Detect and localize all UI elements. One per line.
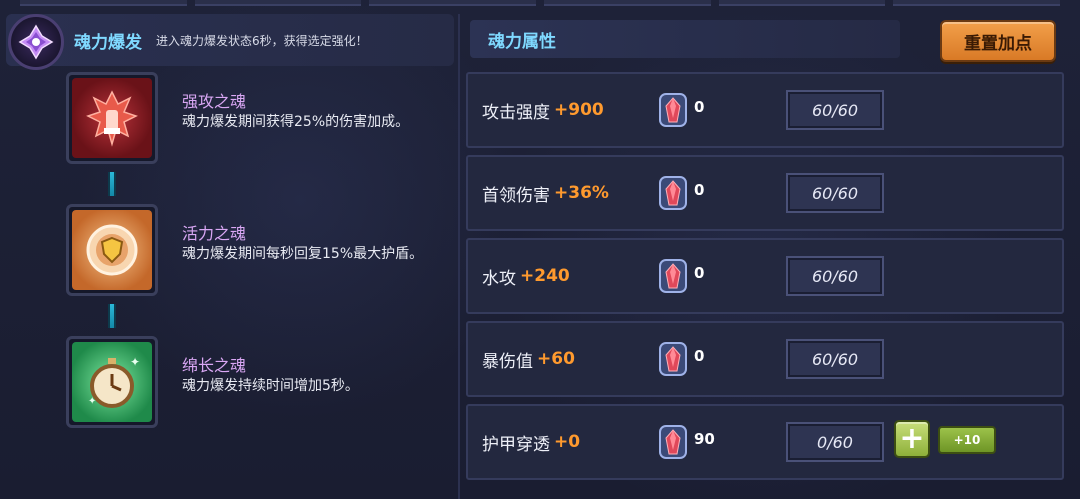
attributes-title: 魂力属性 bbox=[470, 20, 900, 58]
attribute-name: 水攻 bbox=[482, 268, 516, 289]
stopwatch-icon: ✦ ✦ bbox=[72, 342, 152, 422]
soul-description: 魂力爆发期间每秒回复15%最大护盾。 bbox=[182, 246, 424, 262]
soul-description: 魂力爆发期间获得25%的伤害加成。 bbox=[182, 114, 410, 130]
soul-link-connector bbox=[108, 304, 116, 328]
soul-frame: ✦ ✦ bbox=[66, 336, 158, 428]
attribute-bonus: +60 bbox=[537, 349, 575, 369]
soul-frame bbox=[66, 204, 158, 296]
soul-item-lasting[interactable]: ✦ ✦ 绵长之魂 魂力爆发持续时间增加5秒。 bbox=[66, 336, 456, 436]
attribute-row-crit-damage: 暴伤值 +60 0 60/60 bbox=[466, 321, 1064, 397]
attribute-level: 60/60 bbox=[786, 173, 884, 213]
gem-count: 0 bbox=[694, 181, 705, 199]
attribute-label: 水攻 +240 bbox=[482, 240, 570, 312]
attribute-bonus: +0 bbox=[554, 432, 581, 452]
svg-text:✦: ✦ bbox=[88, 396, 96, 407]
flame-fist-icon bbox=[72, 78, 152, 158]
attribute-row-boss-damage: 首领伤害 +36% 0 60/60 bbox=[466, 155, 1064, 231]
soul-frame bbox=[66, 72, 158, 164]
attribute-row-water-attack: 水攻 +240 0 60/60 bbox=[466, 238, 1064, 314]
gem-count: 0 bbox=[694, 264, 705, 282]
attribute-level: 60/60 bbox=[786, 339, 884, 379]
soul-item-vitality[interactable]: 活力之魂 魂力爆发期间每秒回复15%最大护盾。 bbox=[66, 204, 456, 304]
soul-list: 强攻之魂 魂力爆发期间获得25%的伤害加成。 活力之魂 魂力爆发期间每秒回复15… bbox=[66, 72, 456, 492]
soul-name: 绵长之魂 bbox=[182, 356, 247, 375]
soul-name: 活力之魂 bbox=[182, 224, 247, 243]
attribute-name: 首领伤害 bbox=[482, 185, 550, 206]
reset-points-button[interactable]: 重置加点 bbox=[940, 20, 1056, 62]
soul-burst-description: 进入魂力爆发状态6秒，获得选定强化！ bbox=[156, 33, 368, 48]
attribute-level: 60/60 bbox=[786, 256, 884, 296]
panel-divider bbox=[458, 14, 460, 499]
soul-link-connector bbox=[108, 172, 116, 196]
soul-gem-icon bbox=[659, 176, 687, 210]
attribute-row-attack-power: 攻击强度 +900 0 60/60 bbox=[466, 72, 1064, 148]
top-tab-strip bbox=[0, 0, 1080, 6]
attribute-bonus: +240 bbox=[520, 266, 570, 286]
soul-description: 魂力爆发持续时间增加5秒。 bbox=[182, 378, 359, 394]
soul-item-strong-attack[interactable]: 强攻之魂 魂力爆发期间获得25%的伤害加成。 bbox=[66, 72, 456, 172]
attribute-label: 暴伤值 +60 bbox=[482, 323, 575, 395]
add-point-button[interactable]: + bbox=[894, 420, 930, 458]
gem-count: 0 bbox=[694, 98, 705, 116]
attribute-level: 0/60 bbox=[786, 422, 884, 462]
attribute-level: 60/60 bbox=[786, 90, 884, 130]
attribute-label: 护甲穿透 +0 bbox=[482, 406, 580, 478]
soul-burst-header: 魂力爆发 进入魂力爆发状态6秒，获得选定强化！ bbox=[6, 14, 454, 70]
attribute-row-armor-penetration: 护甲穿透 +0 90 0/60 + +10 bbox=[466, 404, 1064, 480]
soul-gem-icon bbox=[659, 425, 687, 459]
attribute-label: 攻击强度 +900 bbox=[482, 74, 604, 146]
shield-gear-icon bbox=[72, 210, 152, 290]
soul-gem-icon bbox=[659, 342, 687, 376]
soul-burst-icon bbox=[8, 14, 64, 70]
attribute-name: 暴伤值 bbox=[482, 351, 533, 372]
gem-count: 0 bbox=[694, 347, 705, 365]
svg-text:✦: ✦ bbox=[130, 355, 140, 369]
soul-gem-icon bbox=[659, 93, 687, 127]
soul-name: 强攻之魂 bbox=[182, 92, 247, 111]
attribute-label: 首领伤害 +36% bbox=[482, 157, 609, 229]
gem-count: 90 bbox=[694, 430, 715, 448]
attribute-bonus: +36% bbox=[554, 183, 609, 203]
attribute-name: 攻击强度 bbox=[482, 102, 550, 123]
attribute-bonus: +900 bbox=[554, 100, 604, 120]
add-ten-points-button[interactable]: +10 bbox=[938, 426, 996, 454]
attribute-name: 护甲穿透 bbox=[482, 434, 550, 455]
soul-burst-title: 魂力爆发 bbox=[74, 32, 142, 53]
soul-gem-icon bbox=[659, 259, 687, 293]
